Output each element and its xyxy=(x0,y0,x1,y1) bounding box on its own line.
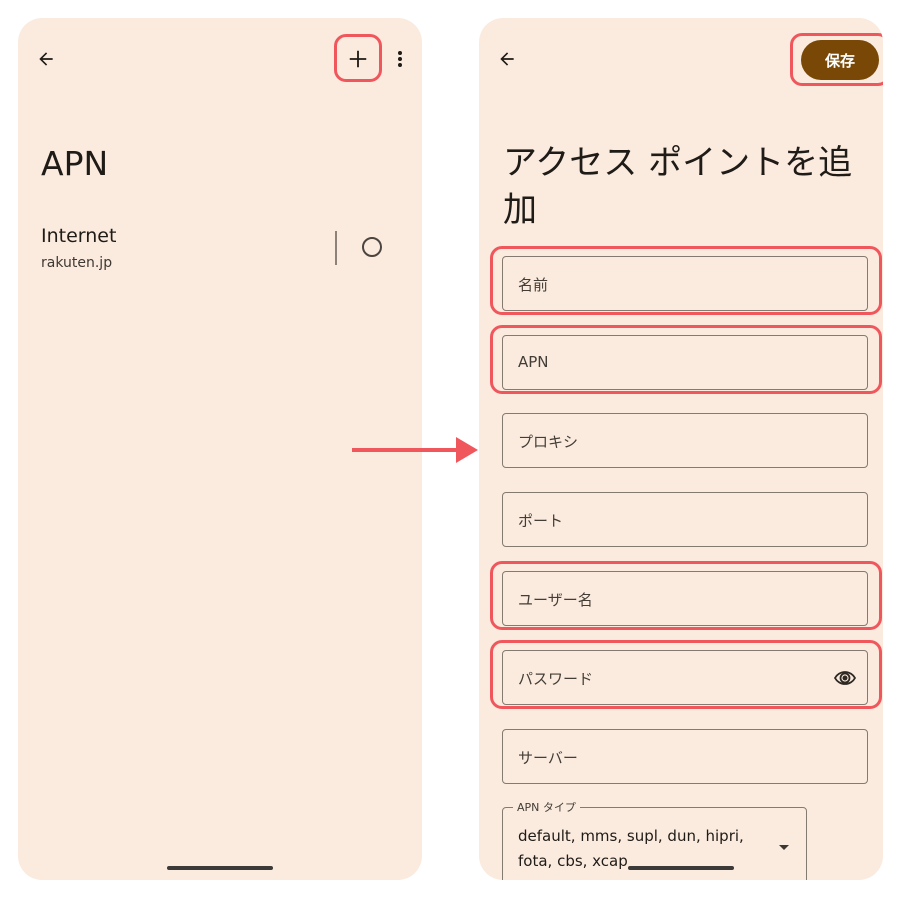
apn-field[interactable]: APN xyxy=(502,335,868,390)
name-field[interactable]: 名前 xyxy=(502,256,868,311)
eye-icon[interactable] xyxy=(833,666,857,694)
apn-item-name: Internet xyxy=(41,225,117,247)
password-field-label: パスワード xyxy=(518,670,594,688)
page-title: アクセス ポイントを追加 xyxy=(503,143,853,230)
proxy-field-label: プロキシ xyxy=(518,433,579,451)
back-arrow-icon[interactable] xyxy=(34,47,58,71)
port-field-label: ポート xyxy=(518,512,564,530)
save-button[interactable]: 保存 xyxy=(801,40,879,80)
flow-arrow-icon xyxy=(352,437,478,463)
server-field[interactable]: サーバー xyxy=(502,729,868,784)
apn-item-subtitle: rakuten.jp xyxy=(41,255,113,271)
username-field-label: ユーザー名 xyxy=(518,591,593,609)
name-field-label: 名前 xyxy=(518,276,549,294)
back-arrow-icon[interactable] xyxy=(495,47,519,71)
divider xyxy=(335,231,337,265)
apn-type-label: APN タイプ xyxy=(513,799,580,815)
gesture-nav-bar xyxy=(167,866,273,870)
proxy-field[interactable]: プロキシ xyxy=(502,413,868,468)
gesture-nav-bar xyxy=(628,866,734,870)
server-field-label: サーバー xyxy=(518,749,578,767)
page-title: APN xyxy=(41,144,109,183)
username-field[interactable]: ユーザー名 xyxy=(502,571,868,626)
plus-icon[interactable] xyxy=(344,47,372,71)
apn-list-item[interactable]: Internet rakuten.jp xyxy=(41,225,401,279)
apn-radio-button[interactable] xyxy=(362,237,382,257)
port-field[interactable]: ポート xyxy=(502,492,868,547)
add-access-point-screen: 保存 アクセス ポイントを追加 名前 APN プロキシ ポート ユーザー名 パス… xyxy=(479,18,883,880)
apn-field-label: APN xyxy=(518,353,549,371)
more-vert-icon[interactable] xyxy=(390,47,410,71)
dropdown-caret-icon[interactable] xyxy=(779,845,789,850)
password-field[interactable]: パスワード xyxy=(502,650,868,705)
